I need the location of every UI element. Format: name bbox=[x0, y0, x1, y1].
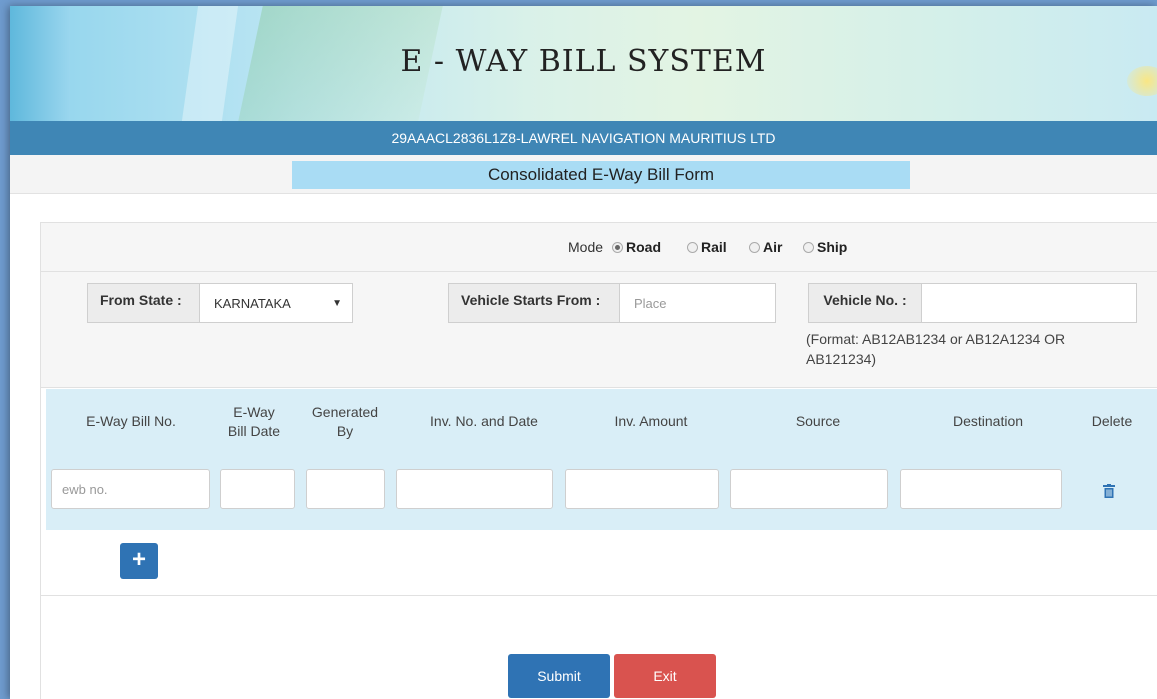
vehicle-starts-label: Vehicle Starts From : bbox=[448, 283, 620, 323]
vehicle-no-format-hint: (Format: AB12AB1234 or AB12A1234 OR AB12… bbox=[806, 331, 1066, 367]
radio-selected-icon bbox=[612, 241, 623, 253]
mode-option-label: Air bbox=[763, 239, 783, 255]
vehicle-no-label: Vehicle No. : bbox=[808, 283, 922, 323]
form-title-strip: Consolidated E-Way Bill Form bbox=[10, 155, 1157, 194]
radio-icon bbox=[803, 241, 814, 253]
app-window: E - WAY BILL SYSTEM 29AAACL2836L1Z8-LAWR… bbox=[10, 6, 1157, 699]
form-title: Consolidated E-Way Bill Form bbox=[292, 161, 910, 189]
ewb-no-input[interactable]: ewb no. bbox=[51, 469, 210, 509]
vehicle-no-input[interactable] bbox=[921, 283, 1137, 323]
mode-option-label: Rail bbox=[701, 239, 727, 255]
column-header: Generated By bbox=[311, 404, 379, 439]
source-input[interactable] bbox=[730, 469, 888, 509]
exit-button[interactable]: Exit bbox=[614, 654, 716, 698]
column-header: Delete bbox=[1091, 413, 1133, 429]
column-header: Inv. No. and Date bbox=[430, 413, 538, 429]
generated-by-input[interactable] bbox=[306, 469, 385, 509]
submit-button[interactable]: Submit bbox=[508, 654, 610, 698]
gstin-name-bar: 29AAACL2836L1Z8-LAWREL NAVIGATION MAURIT… bbox=[10, 121, 1157, 155]
column-header: Destination bbox=[952, 413, 1024, 429]
from-state-select[interactable]: KARNATAKA ▼ bbox=[199, 283, 353, 323]
radio-icon bbox=[687, 241, 698, 253]
column-header: E-Way Bill Date bbox=[227, 404, 281, 439]
mode-radio-road[interactable]: Road bbox=[612, 239, 661, 255]
destination-input[interactable] bbox=[900, 469, 1062, 509]
from-state-value: KARNATAKA bbox=[214, 296, 291, 311]
column-header: Inv. Amount bbox=[614, 413, 688, 429]
ewb-table: E-Way Bill No. E-Way Bill Date Generated… bbox=[46, 389, 1157, 585]
app-title: E - WAY BILL SYSTEM bbox=[400, 44, 767, 79]
inv-no-date-input[interactable] bbox=[396, 469, 553, 509]
mode-radio-air[interactable]: Air bbox=[749, 239, 782, 255]
form-panel: Mode Road Rail Air Ship From State : KAR… bbox=[40, 222, 1157, 699]
ewb-date-input[interactable] bbox=[220, 469, 295, 509]
header-banner: E - WAY BILL SYSTEM bbox=[10, 6, 1157, 121]
mode-label: Mode bbox=[568, 239, 604, 255]
radio-icon bbox=[749, 241, 760, 253]
column-header: Source bbox=[795, 413, 841, 429]
mode-row: Mode Road Rail Air Ship bbox=[41, 223, 1157, 272]
mode-option-label: Ship bbox=[817, 239, 848, 255]
mode-option-label: Road bbox=[626, 239, 661, 255]
divider bbox=[41, 595, 1157, 596]
ewb-table-grid: E-Way Bill No. E-Way Bill Date Generated… bbox=[46, 389, 1157, 530]
column-header: E-Way Bill No. bbox=[86, 413, 176, 429]
inv-amount-input[interactable] bbox=[565, 469, 719, 509]
add-row-button[interactable]: + bbox=[120, 543, 158, 579]
vehicle-starts-input[interactable]: Place bbox=[619, 283, 776, 323]
caret-down-icon: ▼ bbox=[332, 298, 342, 309]
mode-radio-rail[interactable]: Rail bbox=[687, 239, 727, 255]
state-vehicle-row: From State : KARNATAKA ▼ Vehicle Starts … bbox=[41, 272, 1157, 388]
trash-icon[interactable] bbox=[1103, 484, 1115, 498]
from-state-label: From State : bbox=[87, 283, 200, 323]
mode-radio-ship[interactable]: Ship bbox=[803, 239, 847, 255]
